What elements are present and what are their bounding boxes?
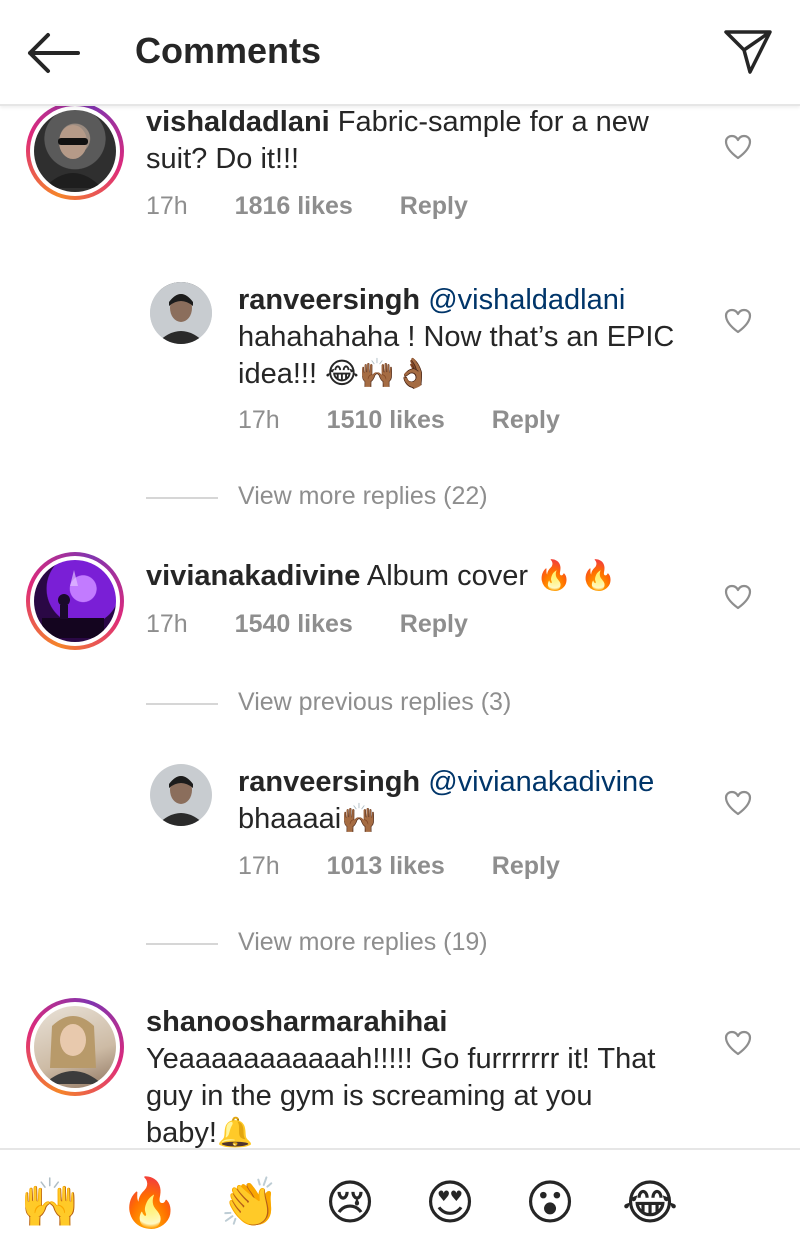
comment-text-line: idea!!! 😂🙌🏾👌🏾: [238, 358, 432, 390]
comment-likes[interactable]: 1510 likes: [327, 406, 445, 435]
tears-of-joy-emoji-button[interactable]: 😂: [618, 1176, 682, 1232]
divider: [146, 497, 218, 499]
comment-username[interactable]: vishaldadlani: [146, 106, 330, 138]
reply-button[interactable]: Reply: [492, 406, 560, 435]
heart-outline-icon[interactable]: [724, 584, 752, 610]
comment-body: ranveersingh @vishaldadlani hahahahaha !…: [238, 282, 708, 393]
comment-body: ranveersingh @vivianakadivine bhaaaai🙌🏾: [238, 764, 708, 838]
comment-text-line: Album cover 🔥 🔥: [366, 560, 617, 592]
avatar[interactable]: [150, 282, 212, 344]
quick-reactions-bar: 🙌 🔥 👏 😢 😍 😮 😂: [0, 1148, 800, 1254]
comment-text-line: suit? Do it!!!: [146, 143, 300, 175]
comment-body: shanoosharmarahihai Yeaaaaaaaaaaah!!!!! …: [146, 1004, 716, 1148]
comment-meta: 17h 1540 likes Reply: [146, 610, 508, 639]
back-arrow-icon[interactable]: [22, 28, 82, 78]
view-more-replies[interactable]: View more replies (22): [146, 482, 488, 511]
comment-text-line: baby!🔔: [146, 1117, 254, 1148]
comment-meta: 17h 1510 likes Reply: [238, 406, 600, 435]
reply-button[interactable]: Reply: [492, 852, 560, 881]
reply-button[interactable]: Reply: [400, 610, 468, 639]
view-previous-replies[interactable]: View previous replies (3): [146, 688, 512, 717]
comment-text-line: Yeaaaaaaaaaaah!!!!! Go furrrrrrr it! Tha…: [146, 1043, 656, 1075]
divider: [146, 943, 218, 945]
mention-link[interactable]: @vishaldadlani: [428, 284, 625, 316]
comment-username[interactable]: ranveersingh: [238, 284, 420, 316]
comment-meta: 17h 1816 likes Reply: [146, 192, 508, 221]
heart-outline-icon[interactable]: [724, 1030, 752, 1056]
fire-emoji-button[interactable]: 🔥: [118, 1176, 182, 1232]
view-more-replies-label: View more replies (19): [238, 928, 488, 956]
avatar[interactable]: [26, 998, 124, 1096]
comment-body: vishaldadlani Fabric-sample for a new su…: [146, 106, 706, 178]
avatar[interactable]: [150, 764, 212, 826]
comment-likes[interactable]: 1013 likes: [327, 852, 445, 881]
comment-time: 17h: [146, 192, 188, 220]
heart-eyes-emoji-button[interactable]: 😍: [418, 1176, 482, 1232]
divider: [146, 703, 218, 705]
clapping-emoji-button[interactable]: 👏: [218, 1176, 282, 1232]
comment-time: 17h: [146, 610, 188, 638]
heart-outline-icon[interactable]: [724, 790, 752, 816]
view-more-replies-label: View more replies (22): [238, 482, 488, 510]
comment-body: vivianakadivine Album cover 🔥 🔥: [146, 558, 706, 595]
comment-text-line: Fabric-sample for a new: [337, 106, 649, 138]
comment-text-line: bhaaaai🙌🏾: [238, 803, 378, 835]
mention-link[interactable]: @vivianakadivine: [428, 766, 654, 798]
view-more-replies[interactable]: View more replies (19): [146, 928, 488, 957]
reply-button[interactable]: Reply: [400, 192, 468, 221]
heart-outline-icon[interactable]: [724, 308, 752, 334]
comment-likes[interactable]: 1816 likes: [235, 192, 353, 221]
paper-plane-icon[interactable]: [722, 26, 774, 78]
comment-likes[interactable]: 1540 likes: [235, 610, 353, 639]
comments-list[interactable]: vishaldadlani Fabric-sample for a new su…: [0, 106, 800, 1148]
comment-time: 17h: [238, 406, 280, 434]
surprised-emoji-button[interactable]: 😮: [518, 1176, 582, 1232]
comment-username[interactable]: vivianakadivine: [146, 560, 360, 592]
avatar[interactable]: [26, 106, 124, 200]
crying-emoji-button[interactable]: 😢: [318, 1176, 382, 1232]
comment-text-line: guy in the gym is screaming at you: [146, 1080, 593, 1112]
page-title: Comments: [135, 30, 322, 71]
raising-hands-emoji-button[interactable]: 🙌: [18, 1176, 82, 1232]
view-previous-replies-label: View previous replies (3): [238, 688, 512, 716]
heart-outline-icon[interactable]: [724, 134, 752, 160]
comment-username[interactable]: shanoosharmarahihai: [146, 1006, 447, 1038]
comment-meta: 17h 1013 likes Reply: [238, 852, 600, 881]
comment-time: 17h: [238, 852, 280, 880]
comment-text-line: hahahahaha ! Now that’s an EPIC: [238, 321, 675, 353]
top-bar: Comments: [0, 0, 800, 106]
comment-username[interactable]: ranveersingh: [238, 766, 420, 798]
avatar[interactable]: [26, 552, 124, 650]
